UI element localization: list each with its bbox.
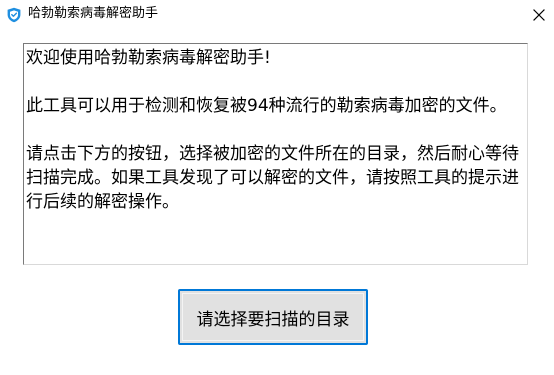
window-title: 哈勃勒索病毒解密助手	[28, 6, 159, 21]
shield-app-icon	[6, 7, 22, 23]
select-scan-directory-button[interactable]: 请选择要扫描的目录	[178, 289, 368, 345]
instructions-text: 请点击下方的按钮，选择被加密的文件所在的目录，然后耐心等待扫描完成。如果工具发现…	[26, 144, 519, 212]
description-textbox[interactable]: 欢迎使用哈勃勒索病毒解密助手! 此工具可以用于检测和恢复被94种流行的勒索病毒加…	[23, 43, 528, 265]
close-icon	[533, 9, 545, 21]
tool-info-text: 此工具可以用于检测和恢复被94种流行的勒索病毒加密的文件。	[26, 96, 507, 116]
select-scan-directory-label: 请选择要扫描的目录	[196, 309, 350, 330]
welcome-text: 欢迎使用哈勃勒索病毒解密助手!	[26, 48, 271, 68]
close-button[interactable]	[524, 0, 554, 30]
title-bar[interactable]: 哈勃勒索病毒解密助手	[0, 0, 554, 30]
